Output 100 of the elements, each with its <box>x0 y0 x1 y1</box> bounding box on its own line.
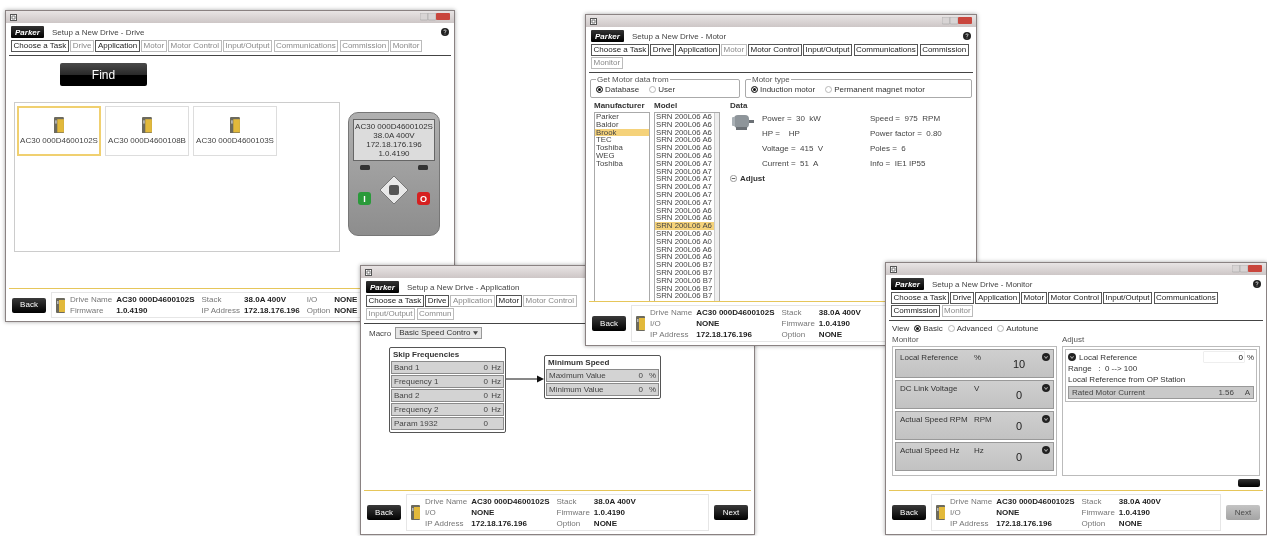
window-controls-icon <box>1232 265 1262 273</box>
info-label: Drive Name <box>70 295 113 304</box>
drive-icon <box>636 316 645 331</box>
info-value: AC30 000D4600102S <box>471 497 550 506</box>
radio-button[interactable] <box>997 325 1005 332</box>
column-heading: Manufacturer <box>594 101 646 110</box>
parameter-name: Frequency 1 <box>394 377 440 386</box>
step-tab[interactable]: Choose a Task <box>366 295 424 307</box>
info-value: NONE <box>996 508 1021 517</box>
parameter-name: Frequency 2 <box>394 405 440 414</box>
parameter-unit: Hz <box>491 405 501 414</box>
tile-unit: Hz <box>974 446 985 455</box>
soft-keys-icon <box>358 165 430 171</box>
stop-key[interactable]: O <box>417 192 430 205</box>
help-icon <box>1253 280 1261 288</box>
app-icon <box>10 13 17 21</box>
parameter-value: 0 <box>483 391 488 400</box>
radio-button[interactable] <box>751 86 758 93</box>
tile-value: 0 <box>1014 451 1024 463</box>
step-tab[interactable]: Choose a Task <box>11 40 69 52</box>
info-label: Firmware <box>1081 508 1115 517</box>
tile-value: 10 <box>1011 358 1027 370</box>
info-value: 38.0A 400V <box>244 295 288 304</box>
tile-unit: V <box>974 384 981 393</box>
step-tab[interactable]: Commission <box>919 44 969 56</box>
section-heading: Monitor <box>892 335 920 344</box>
drive-icon <box>230 116 240 134</box>
tile-value: 0 <box>1014 389 1024 401</box>
step-tab[interactable]: Motor Control <box>748 44 802 56</box>
find-button[interactable]: Find <box>60 63 147 86</box>
step-tab[interactable]: Motor Control <box>1048 292 1102 304</box>
step-tab[interactable]: Application <box>95 40 140 52</box>
parameter-value: 0 <box>638 371 643 380</box>
device-card[interactable]: AC30 000D4600103S <box>193 106 277 156</box>
info-label: IP Address <box>201 306 241 315</box>
step-tab[interactable]: Input/Output <box>803 44 853 56</box>
app-icon <box>890 265 897 273</box>
step-tab[interactable]: Communications <box>853 44 919 56</box>
macro-dropdown[interactable]: Basic Speed Contro <box>395 327 483 339</box>
start-key[interactable]: I <box>358 192 371 205</box>
tile-name: Local Reference <box>900 353 960 362</box>
drive-icon <box>142 116 152 134</box>
info-value: 38.0A 400V <box>1118 497 1161 506</box>
step-tab[interactable]: Drive <box>950 292 974 304</box>
step-tab[interactable]: Communications <box>1153 292 1219 304</box>
window-title: Setup a New Drive - Application <box>406 282 520 292</box>
info-label: Option <box>306 306 331 315</box>
device-card[interactable]: AC30 000D4600108B <box>105 106 189 156</box>
info-value: 172.18.176.196 <box>696 330 753 339</box>
small-dark-button[interactable] <box>1238 479 1260 487</box>
tile-name: Actual Speed Hz <box>900 446 961 455</box>
view-label: View <box>892 324 910 333</box>
motor-icon <box>730 112 754 132</box>
step-tab[interactable]: Application <box>975 292 1020 304</box>
info-label: I/O <box>650 319 662 328</box>
collapse-icon <box>730 175 737 182</box>
back-button[interactable]: Back <box>12 297 46 313</box>
motor-data-text: Info = IE1 IP55 <box>870 159 927 168</box>
back-button[interactable]: Back <box>367 505 401 520</box>
device-card[interactable]: AC30 000D4600102S <box>17 106 101 156</box>
parameter-name: Minimum Value <box>549 385 605 394</box>
step-tab[interactable]: Input/Output <box>1103 292 1153 304</box>
info-label: I/O <box>306 295 319 304</box>
radio-button[interactable] <box>596 86 603 93</box>
display-line: 1.0.4190 <box>378 149 410 158</box>
radio-button[interactable] <box>825 86 833 93</box>
column-heading: Data <box>730 101 749 110</box>
step-tab[interactable]: Application <box>675 44 720 56</box>
radio-button[interactable] <box>649 86 657 93</box>
parameter-unit: Hz <box>491 391 501 400</box>
info-value: AC30 000D4600102S <box>116 295 195 304</box>
back-button[interactable]: Back <box>592 316 626 331</box>
round-chevron-icon <box>1068 353 1076 361</box>
description-text: Local Reference from OP Station <box>1068 375 1187 384</box>
adjust-name: Local Reference <box>1079 352 1138 362</box>
step-tab[interactable]: Commission <box>891 305 940 317</box>
info-label: Stack <box>781 308 803 317</box>
motor-data-text: Current = 51 A <box>762 159 820 168</box>
step-tab[interactable]: Choose a Task <box>891 292 949 304</box>
step-tab[interactable]: Motor <box>496 295 522 307</box>
radio-button[interactable] <box>947 325 955 332</box>
radio-button[interactable] <box>914 325 922 332</box>
info-label: Stack <box>556 497 578 506</box>
back-button[interactable]: Back <box>892 505 926 520</box>
info-value: NONE <box>818 330 843 339</box>
round-chevron-icon <box>1042 384 1050 392</box>
column-heading: Model <box>654 101 679 110</box>
connector-arrow <box>506 375 544 383</box>
value-field[interactable]: 0 <box>1203 352 1244 362</box>
info-value: NONE <box>593 519 618 528</box>
step-tab[interactable]: Motor <box>1021 292 1047 304</box>
step-tab[interactable]: Drive <box>425 295 449 307</box>
step-tab[interactable]: Choose a Task <box>591 44 649 56</box>
adjust-unit: % <box>1246 352 1254 362</box>
next-button[interactable]: Next <box>714 505 748 520</box>
info-value: AC30 000D4600102S <box>996 497 1075 506</box>
radio-label: Permanent magnet motor <box>834 85 925 94</box>
info-label: I/O <box>950 508 962 517</box>
parameter-value: 0 <box>483 405 488 414</box>
step-tab[interactable]: Drive <box>650 44 674 56</box>
